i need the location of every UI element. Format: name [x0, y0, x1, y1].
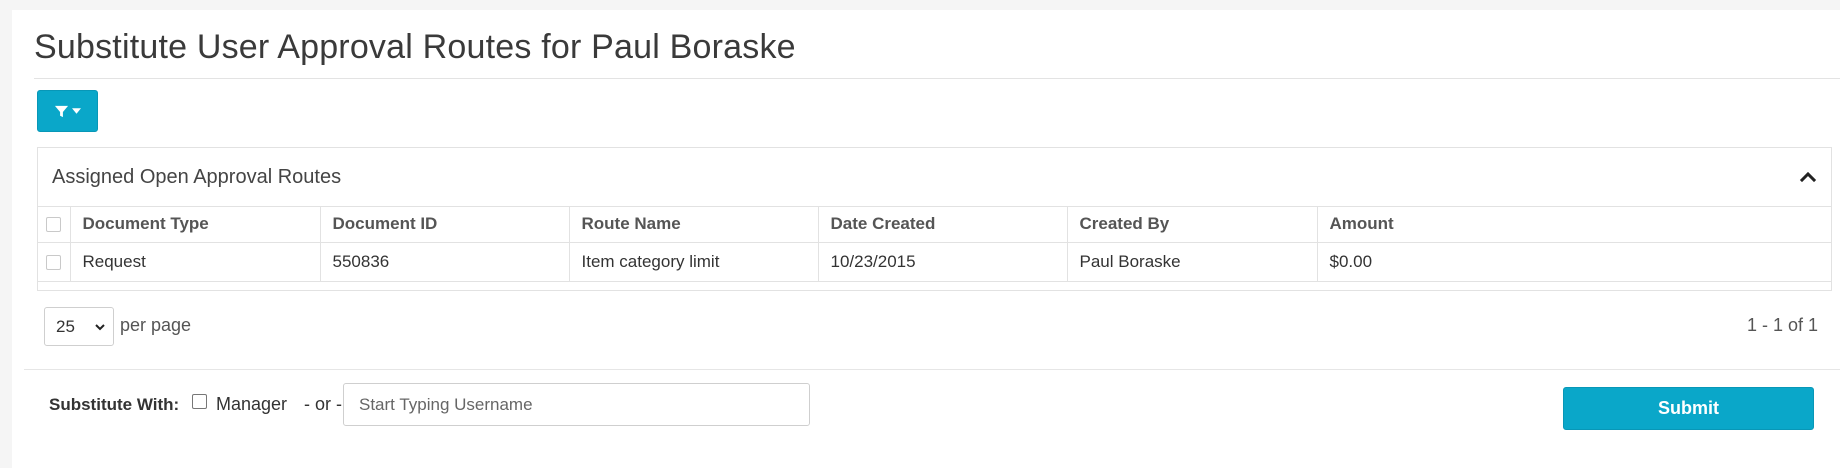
- chevron-up-icon[interactable]: [1799, 168, 1817, 186]
- column-header-created-by[interactable]: Created By: [1067, 206, 1318, 242]
- approval-routes-panel: Assigned Open Approval Routes Document T…: [37, 147, 1832, 291]
- manager-checkbox[interactable]: [192, 394, 207, 409]
- approval-routes-table: Document Type Document ID Route Name Dat…: [38, 206, 1831, 282]
- cell-route-name: Item category limit: [569, 242, 819, 281]
- pagination-count: 1 - 1 of 1: [1746, 315, 1818, 335]
- substitute-with-label: Substitute With:: [49, 395, 180, 414]
- title-divider: [34, 78, 1840, 79]
- page-title: Substitute User Approval Routes for Paul…: [34, 28, 796, 66]
- manager-label[interactable]: Manager: [216, 394, 287, 415]
- row-select-cell: [38, 242, 71, 281]
- column-header-route-name[interactable]: Route Name: [569, 206, 819, 242]
- select-all-checkbox[interactable]: [46, 216, 62, 232]
- filter-button[interactable]: [37, 90, 98, 132]
- select-all-cell: [38, 206, 71, 242]
- section-divider: [24, 369, 1840, 370]
- panel-title: Assigned Open Approval Routes: [52, 166, 342, 188]
- page-container: Substitute User Approval Routes for Paul…: [12, 10, 1840, 468]
- submit-button[interactable]: Submit: [1563, 387, 1814, 430]
- filter-icon: [54, 105, 69, 117]
- caret-down-icon: [72, 108, 81, 114]
- panel-header: Assigned Open Approval Routes: [38, 148, 1831, 207]
- column-header-document-id[interactable]: Document ID: [320, 206, 570, 242]
- per-page-value: 25: [56, 316, 75, 336]
- or-separator: - or -: [304, 394, 342, 414]
- column-header-document-type[interactable]: Document Type: [70, 206, 321, 242]
- row-checkbox[interactable]: [46, 254, 62, 270]
- cell-document-type: Request: [70, 242, 321, 281]
- cell-amount: $0.00: [1329, 251, 1373, 271]
- per-page-label: per page: [120, 315, 192, 335]
- per-page-select[interactable]: 25: [44, 307, 114, 346]
- table-row[interactable]: Request 550836 Item category limit 10/23…: [38, 242, 1831, 281]
- username-input[interactable]: [343, 383, 810, 426]
- column-header-amount[interactable]: Amount: [1317, 206, 1831, 242]
- cell-document-id: 550836: [320, 242, 570, 281]
- chevron-down-icon: [95, 324, 105, 331]
- column-header-date-created[interactable]: Date Created: [818, 206, 1068, 242]
- cell-created-by: Paul Boraske: [1067, 242, 1318, 281]
- cell-date-created: 10/23/2015: [818, 242, 1068, 281]
- table-header-row: Document Type Document ID Route Name Dat…: [38, 206, 1831, 242]
